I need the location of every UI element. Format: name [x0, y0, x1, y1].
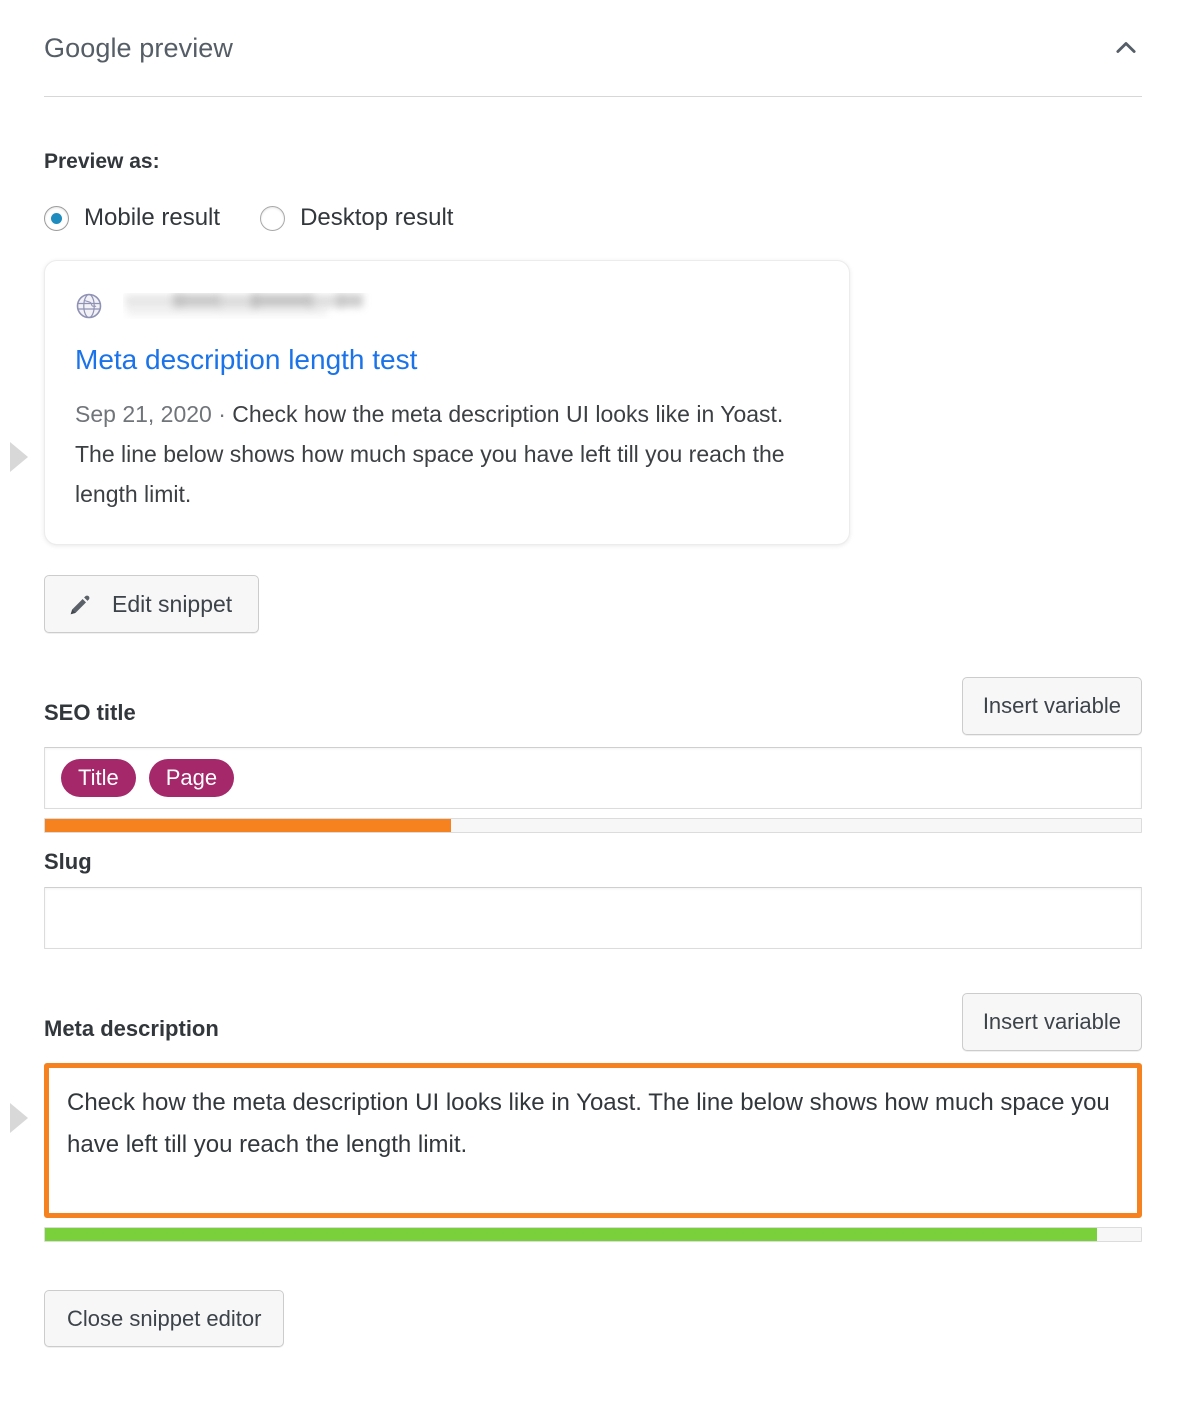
meta-description-label: Meta description: [44, 1016, 219, 1042]
variable-pill-page[interactable]: Page: [148, 759, 235, 798]
close-snippet-editor-label: Close snippet editor: [67, 1305, 262, 1331]
radio-desktop-result-label: Desktop result: [300, 204, 454, 231]
edge-marker-triangle-meta-description: [10, 1103, 28, 1133]
seo-title-progress-fill: [45, 819, 451, 833]
seo-title-progress-track: [44, 818, 1142, 834]
snippet-url-redacted: [123, 293, 403, 319]
meta-description-textarea[interactable]: Check how the meta description UI looks …: [44, 1063, 1142, 1219]
variable-pill-title[interactable]: Title: [61, 759, 136, 798]
preview-as-label: Preview as:: [44, 150, 160, 173]
radio-desktop-result-circle[interactable]: [260, 205, 286, 231]
snippet-description: Sep 21, 2020 · Check how the meta descri…: [75, 395, 805, 514]
snippet-separator: ·: [218, 401, 226, 427]
meta-description-progress-fill: [45, 1228, 1098, 1242]
snippet-title-link[interactable]: Meta description length test: [75, 342, 819, 377]
page-title: Google preview: [44, 32, 234, 63]
header-divider: [44, 96, 1142, 97]
insert-variable-button-seo-title[interactable]: Insert variable: [961, 677, 1142, 736]
panel-header[interactable]: Google preview: [0, 0, 1186, 96]
close-snippet-editor-button[interactable]: Close snippet editor: [44, 1290, 285, 1348]
radio-mobile-result-circle[interactable]: [44, 205, 69, 231]
seo-title-head-row: SEO title Insert variable: [44, 677, 1142, 736]
insert-variable-label: Insert variable: [982, 1009, 1121, 1035]
snippet-date: Sep 21, 2020: [75, 401, 212, 427]
insert-variable-label: Insert variable: [982, 693, 1121, 719]
seo-title-field-group: SEO title Insert variable Title Page: [44, 677, 1142, 834]
edge-marker-triangle-preview: [10, 442, 28, 472]
slug-field-group: Slug: [44, 849, 1142, 950]
slug-input[interactable]: [44, 887, 1142, 950]
google-snippet-preview-card[interactable]: Meta description length test Sep 21, 202…: [44, 260, 850, 546]
snippet-url-row: [75, 289, 819, 323]
meta-description-progress-track: [44, 1227, 1142, 1243]
meta-description-field-group: Meta description Insert variable Check h…: [44, 993, 1142, 1243]
radio-mobile-result[interactable]: Mobile result: [44, 204, 220, 232]
radio-mobile-result-label: Mobile result: [84, 204, 221, 231]
seo-title-label: SEO title: [44, 700, 136, 726]
radio-selected-dot: [51, 212, 62, 224]
globe-icon: [75, 292, 103, 320]
edit-snippet-label: Edit snippet: [112, 590, 233, 617]
slug-label: Slug: [44, 849, 92, 875]
collapse-panel-button[interactable]: [1104, 26, 1148, 70]
meta-description-value: Check how the meta description UI looks …: [67, 1089, 1110, 1158]
preview-as-radio-group: Mobile result Desktop result: [44, 204, 1142, 232]
chevron-up-icon: [1111, 33, 1141, 63]
meta-description-head-row: Meta description Insert variable: [44, 993, 1142, 1052]
panel-body: Preview as: Mobile result Desktop result: [0, 150, 1186, 1348]
edit-snippet-button[interactable]: Edit snippet: [44, 575, 260, 634]
pencil-icon: [67, 591, 112, 618]
seo-title-input[interactable]: Title Page: [44, 747, 1142, 810]
radio-desktop-result[interactable]: Desktop result: [260, 204, 453, 232]
insert-variable-button-meta-description[interactable]: Insert variable: [961, 993, 1142, 1052]
